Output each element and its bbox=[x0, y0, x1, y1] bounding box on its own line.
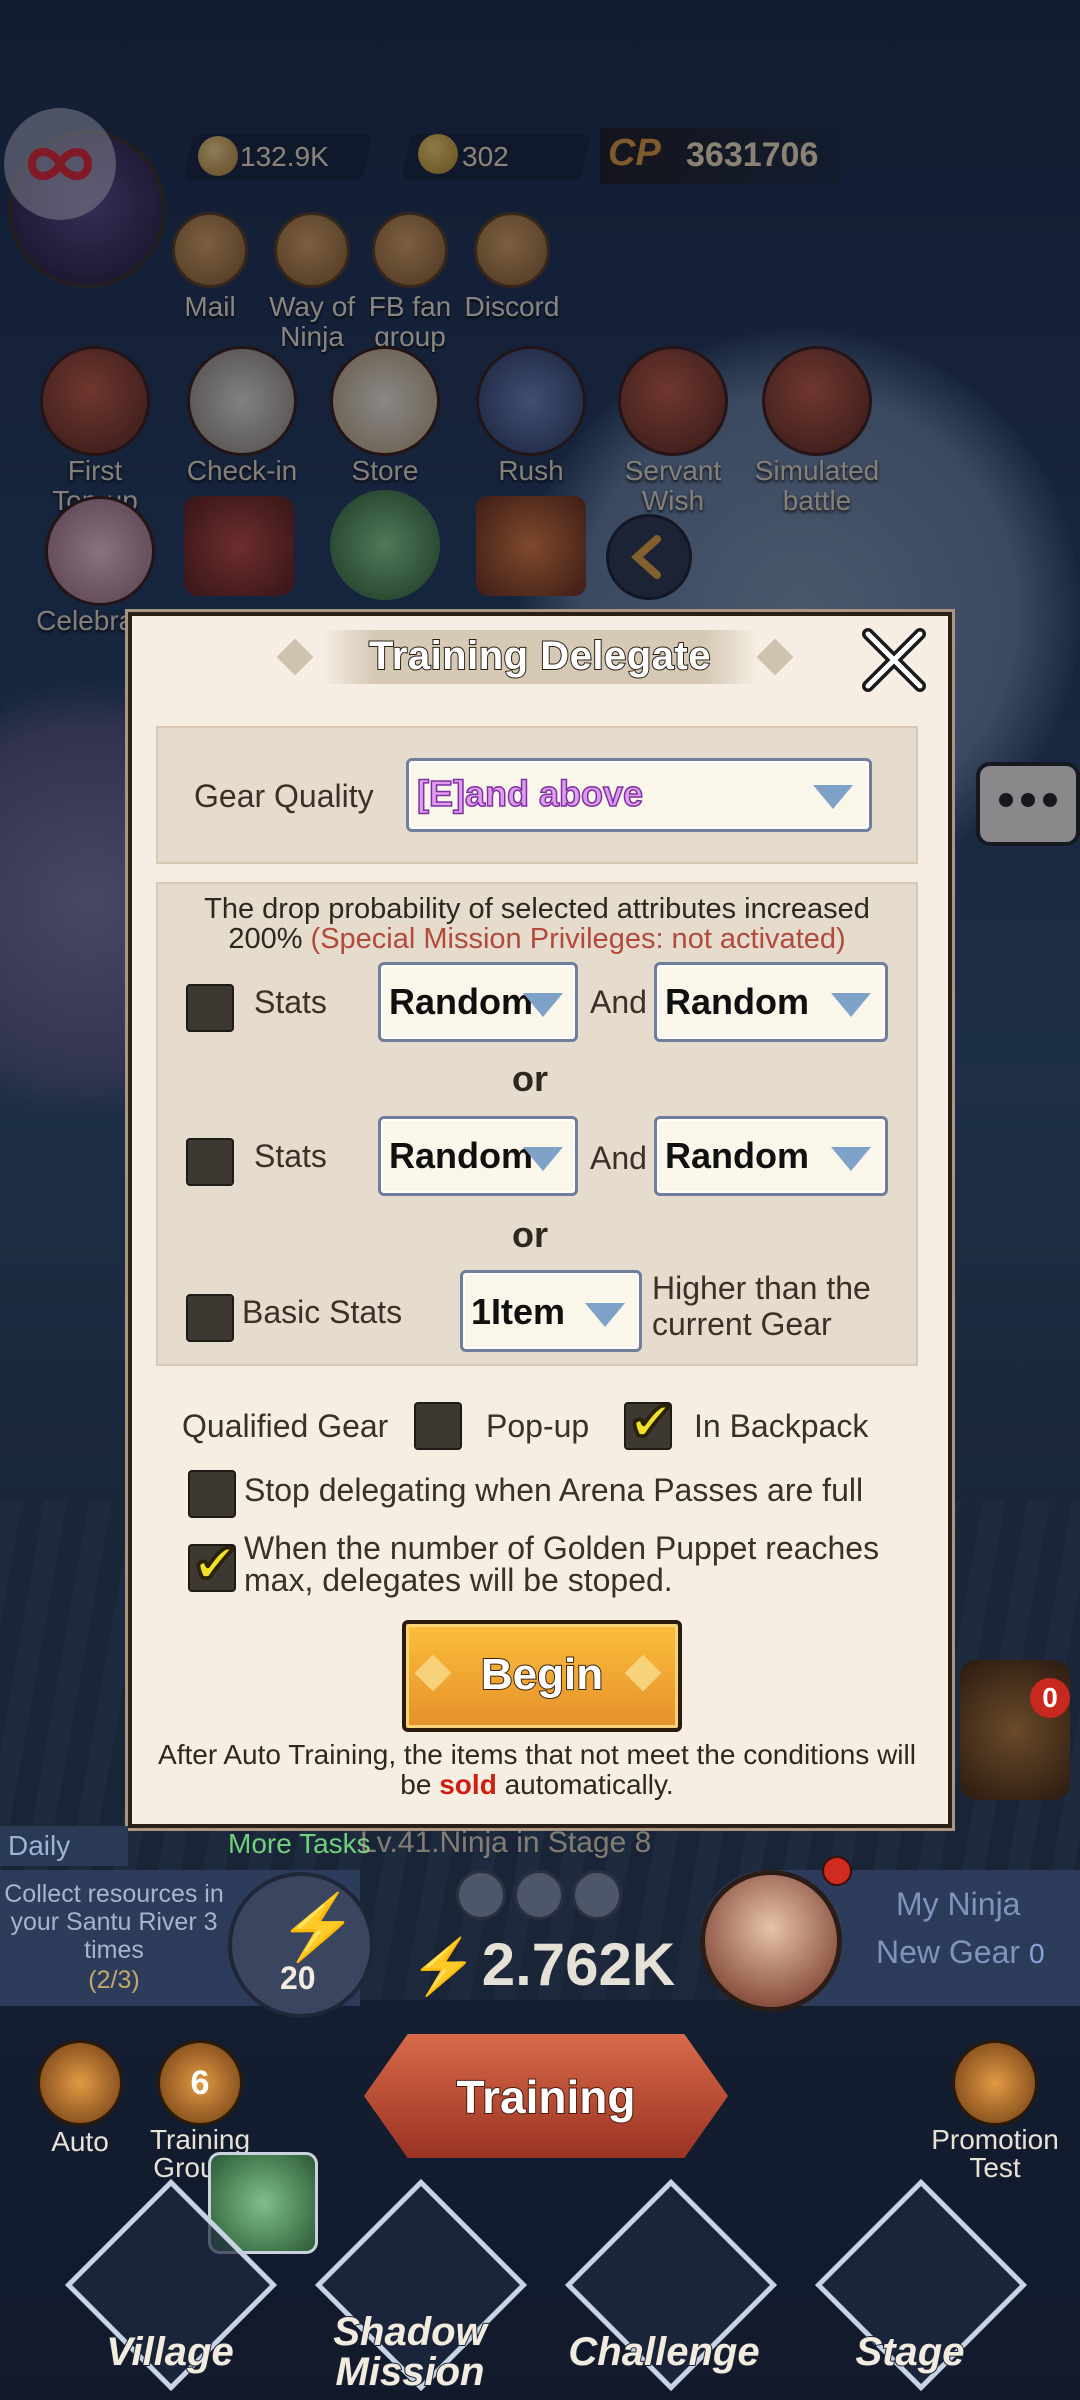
close-icon bbox=[862, 628, 926, 692]
nav-village[interactable]: Village bbox=[60, 2329, 280, 2375]
promotion-test-button[interactable]: Promotion Test bbox=[920, 2040, 1070, 2182]
training-button[interactable]: Training bbox=[364, 2034, 728, 2158]
privilege-text: (Special Mission Privileges: not activat… bbox=[310, 923, 846, 955]
energy-badge-value: 20 bbox=[280, 1960, 316, 1996]
auto-label: Auto bbox=[51, 2126, 109, 2157]
checkmark-icon: ✔ bbox=[627, 1390, 676, 1453]
qualified-gear-label: Qualified Gear bbox=[182, 1408, 389, 1444]
energy-reward[interactable]: ⚡ 20 bbox=[228, 1872, 374, 2018]
chevron-down-icon bbox=[831, 1147, 871, 1171]
stage-info: Lv.41.Ninja in Stage 8 bbox=[360, 1826, 652, 1859]
backpack-label: In Backpack bbox=[694, 1408, 869, 1444]
stats-row1-checkbox[interactable] bbox=[186, 984, 234, 1032]
lightning-icon: ⚡ bbox=[410, 1937, 478, 1997]
golden-puppet-checkbox[interactable]: ✔ bbox=[188, 1532, 240, 1595]
mascot-badge: 0 bbox=[1030, 1678, 1070, 1718]
stats-row2-label: Stats bbox=[254, 1138, 327, 1174]
energy-total-group: ⚡ 2.762K bbox=[410, 1930, 710, 2000]
lightning-icon: ⚡ bbox=[278, 1891, 358, 1963]
training-delegate-dialog: Training Delegate Gear Quality [E]and ab… bbox=[128, 612, 952, 1828]
daily-tab[interactable]: Daily bbox=[0, 1826, 128, 1866]
popup-label: Pop-up bbox=[486, 1408, 590, 1444]
nav-stage[interactable]: Stage bbox=[800, 2329, 1020, 2375]
stats-section: The drop probability of selected attribu… bbox=[156, 882, 918, 1366]
daily-task-text: Collect resources in your Santu River 3 … bbox=[4, 1880, 224, 1964]
and-label: And bbox=[590, 1140, 647, 1176]
training-label: Training bbox=[456, 2070, 637, 2124]
chevron-down-icon bbox=[813, 785, 853, 809]
new-gear-label: New Gear 0 bbox=[876, 1934, 1045, 1970]
chevron-down-icon bbox=[585, 1303, 625, 1327]
chevron-down-icon bbox=[523, 993, 563, 1017]
stats-row1-dropdown-b[interactable]: Random bbox=[654, 962, 888, 1042]
gear-quality-value: [E]and above bbox=[416, 772, 644, 815]
my-ninja-label: My Ninja bbox=[896, 1886, 1021, 1922]
stats-row1-label: Stats bbox=[254, 984, 327, 1020]
nav-challenge[interactable]: Challenge bbox=[544, 2329, 784, 2375]
backpack-checkbox[interactable]: ✔ bbox=[624, 1390, 676, 1453]
or-separator: or bbox=[512, 1214, 548, 1255]
basic-stats-label: Basic Stats bbox=[242, 1294, 403, 1330]
close-button[interactable] bbox=[858, 624, 930, 696]
energy-total: 2.762K bbox=[481, 1931, 676, 1998]
gear-quality-dropdown[interactable]: [E]and above bbox=[406, 758, 872, 832]
higher-than-current-label: Higher than the current Gear bbox=[652, 1270, 871, 1342]
probability-text: The drop probability of selected attribu… bbox=[204, 893, 870, 955]
auto-icon bbox=[37, 2040, 123, 2126]
nav-shadow-mission[interactable]: Shadow Mission bbox=[300, 2311, 520, 2393]
popup-checkbox[interactable] bbox=[414, 1402, 462, 1450]
checkmark-icon: ✔ bbox=[191, 1532, 240, 1595]
basic-stats-dropdown[interactable]: 1Item bbox=[460, 1270, 642, 1352]
footer-note: After Auto Training, the items that not … bbox=[158, 1739, 916, 1800]
upgrade-slot-3 bbox=[572, 1870, 622, 1920]
scroll-icon bbox=[952, 2040, 1038, 2126]
chevron-down-icon bbox=[523, 1147, 563, 1171]
auto-button[interactable]: Auto bbox=[30, 2040, 130, 2158]
ninja-portrait bbox=[700, 1870, 842, 2012]
arena-passes-label: Stop delegating when Arena Passes are fu… bbox=[244, 1472, 864, 1508]
begin-label: Begin bbox=[480, 1649, 604, 1700]
notification-dot bbox=[822, 1856, 852, 1886]
dialog-title: Training Delegate bbox=[368, 633, 711, 679]
more-tasks-link[interactable]: More Tasks bbox=[228, 1828, 371, 1860]
upgrade-slot-2 bbox=[514, 1870, 564, 1920]
promotion-test-label: Promotion Test bbox=[931, 2124, 1059, 2183]
chevron-down-icon bbox=[831, 993, 871, 1017]
my-ninja-panel[interactable]: My Ninja New Gear 0 bbox=[700, 1856, 1080, 2012]
gear-quality-label: Gear Quality bbox=[194, 778, 374, 814]
golden-puppet-label: When the number of Golden Puppet reaches… bbox=[244, 1530, 880, 1598]
or-separator: or bbox=[512, 1058, 548, 1099]
gear-quality-section: Gear Quality [E]and above bbox=[156, 726, 918, 864]
stats-row2-checkbox[interactable] bbox=[186, 1138, 234, 1186]
training-ground-icon: 6 bbox=[157, 2040, 243, 2126]
and-label: And bbox=[590, 984, 647, 1020]
daily-task-progress: (2/3) bbox=[88, 1966, 140, 1994]
stats-row2-dropdown-b[interactable]: Random bbox=[654, 1116, 888, 1196]
sold-text: sold bbox=[439, 1769, 497, 1800]
arena-passes-checkbox[interactable] bbox=[188, 1470, 236, 1518]
stats-row1-dropdown-a[interactable]: Random bbox=[378, 962, 578, 1042]
basic-stats-checkbox[interactable] bbox=[186, 1294, 234, 1342]
upgrade-slot-1 bbox=[456, 1870, 506, 1920]
stats-row2-dropdown-a[interactable]: Random bbox=[378, 1116, 578, 1196]
begin-button[interactable]: Begin bbox=[402, 1620, 682, 1732]
